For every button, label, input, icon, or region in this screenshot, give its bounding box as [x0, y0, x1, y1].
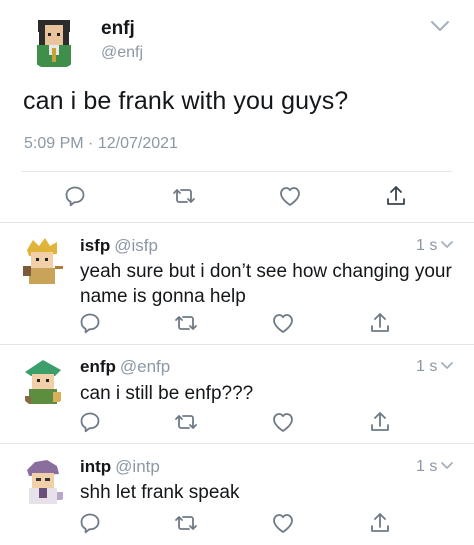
reply-text-line: can i still be enfp??? — [80, 383, 254, 404]
section-divider — [0, 443, 474, 444]
chevron-down-icon[interactable] — [430, 20, 450, 32]
heart-icon[interactable] — [278, 185, 302, 207]
reply-author-name[interactable]: isfp — [80, 236, 110, 255]
heart-icon[interactable] — [271, 411, 295, 433]
reply-avatar-isfp[interactable] — [17, 236, 69, 288]
reply-author-handle[interactable]: @isfp — [114, 236, 158, 255]
logician-avatar-icon — [27, 460, 63, 504]
chevron-down-icon[interactable] — [440, 240, 454, 250]
chevron-down-icon[interactable] — [440, 361, 454, 371]
tweet-timestamp[interactable]: 5:09 PM · 12/07/2021 — [24, 135, 178, 153]
main-author-handle[interactable]: @enfj — [101, 44, 143, 62]
reply-icon[interactable] — [79, 512, 101, 534]
adventurer-avatar-icon — [23, 238, 63, 284]
reply-header-intp: intp @intp — [80, 457, 160, 477]
share-icon[interactable] — [385, 184, 407, 208]
retweet-icon[interactable] — [172, 186, 196, 206]
reply-author-handle[interactable]: @intp — [115, 457, 160, 476]
reply-time: 1 s — [416, 358, 438, 375]
tweet-date: 12/07/2021 — [97, 135, 178, 152]
campaigner-avatar-icon — [25, 360, 61, 404]
reply-header-enfp: enfp @enfp — [80, 357, 170, 377]
share-icon[interactable] — [369, 511, 391, 535]
reply-author-handle[interactable]: @enfp — [120, 357, 170, 376]
share-icon[interactable] — [369, 410, 391, 434]
pixel-person-avatar-icon — [37, 20, 71, 67]
reply-icon[interactable] — [79, 411, 101, 433]
retweet-icon[interactable] — [174, 412, 198, 432]
reply-text-line: name is gonna help — [80, 286, 246, 307]
heart-icon[interactable] — [271, 312, 295, 334]
reply-text: can i still be enfp??? — [80, 381, 253, 406]
heart-icon[interactable] — [271, 512, 295, 534]
retweet-icon[interactable] — [174, 513, 198, 533]
retweet-icon[interactable] — [174, 313, 198, 333]
section-divider — [0, 344, 474, 345]
chevron-down-icon[interactable] — [440, 461, 454, 471]
reply-icon[interactable] — [79, 312, 101, 334]
reply-text-line: yeah sure but i don’t see how changing y… — [80, 261, 452, 282]
reply-time: 1 s — [416, 458, 438, 475]
main-author-name[interactable]: enfj — [101, 18, 135, 40]
reply-icon[interactable] — [64, 185, 86, 207]
tweet-time: 5:09 PM — [24, 135, 84, 152]
reply-avatar-intp[interactable] — [17, 456, 69, 508]
reply-author-name[interactable]: enfp — [80, 357, 116, 376]
reply-header-isfp: isfp @isfp — [80, 236, 158, 256]
reply-avatar-enfp[interactable] — [17, 356, 69, 408]
divider — [22, 171, 452, 172]
main-tweet-avatar[interactable] — [25, 12, 83, 70]
main-tweet-text: can i be frank with you guys? — [23, 87, 349, 115]
reply-text: yeah sure but i don’t see how changing y… — [80, 259, 452, 309]
meta-separator: · — [88, 135, 94, 152]
reply-author-name[interactable]: intp — [80, 457, 111, 476]
reply-text-line: shh let frank speak — [80, 482, 240, 503]
reply-text: shh let frank speak — [80, 480, 239, 505]
reply-time: 1 s — [416, 237, 438, 254]
section-divider — [0, 222, 474, 223]
share-icon[interactable] — [369, 311, 391, 335]
